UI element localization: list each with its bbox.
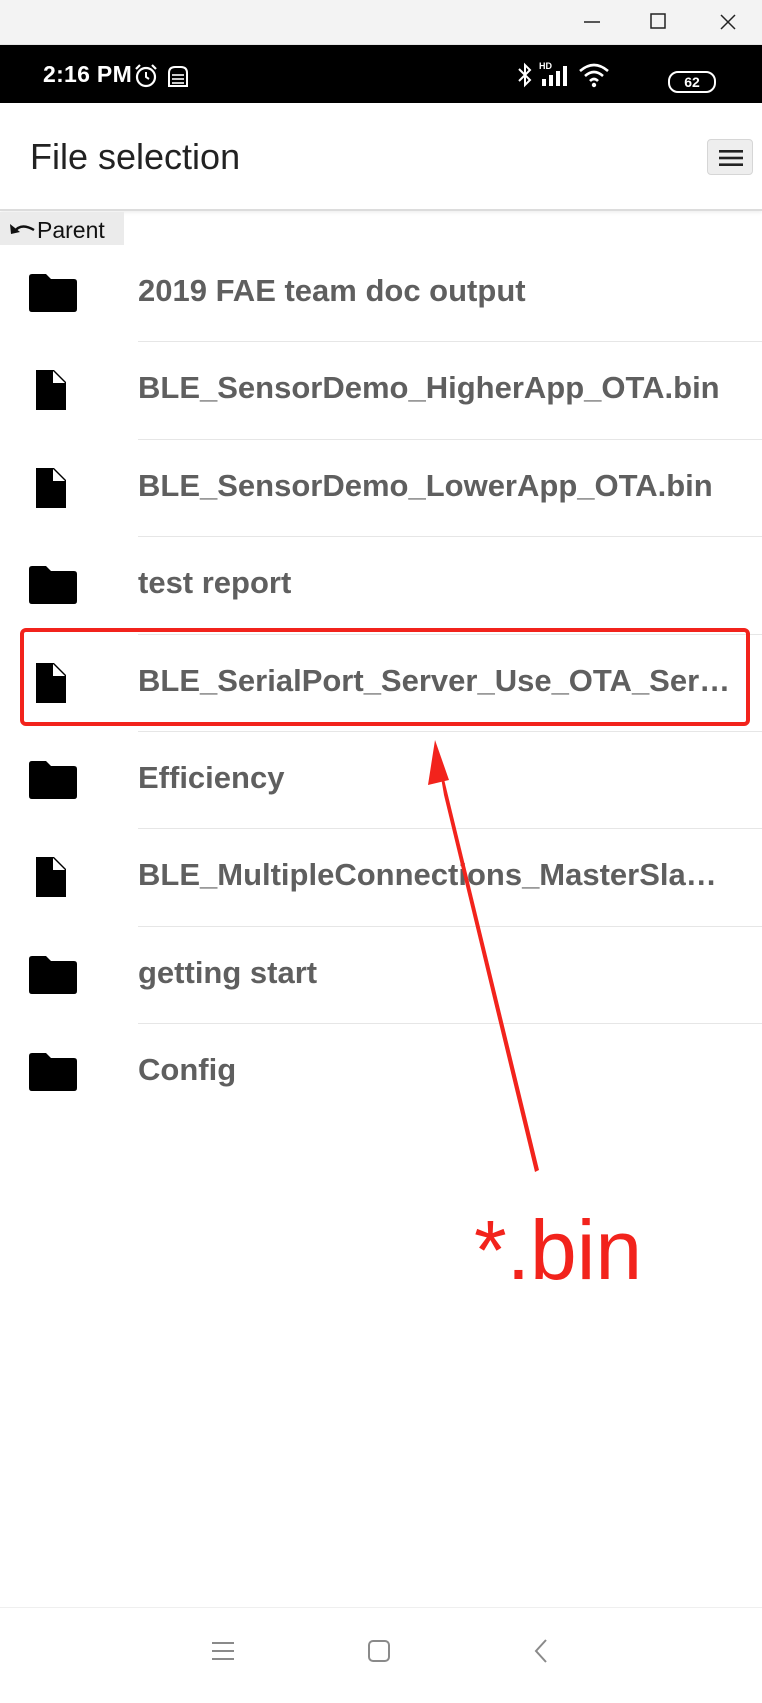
file-row[interactable]: BLE_SensorDemo_LowerApp_OTA.bin bbox=[0, 440, 762, 538]
home-icon[interactable] bbox=[366, 1638, 392, 1664]
folder-row[interactable]: getting start bbox=[0, 927, 762, 1025]
app-bar: File selection bbox=[0, 103, 762, 211]
folder-row[interactable]: Config bbox=[0, 1024, 762, 1121]
maximize-button[interactable] bbox=[628, 0, 688, 45]
folder-icon bbox=[28, 271, 78, 315]
back-icon[interactable] bbox=[529, 1638, 555, 1664]
folder-row[interactable]: Efficiency bbox=[0, 732, 762, 830]
status-bar: 2:16 PM HD 62 bbox=[0, 45, 762, 103]
hamburger-menu-icon bbox=[719, 150, 743, 166]
close-icon bbox=[720, 14, 736, 30]
minimize-icon bbox=[584, 21, 600, 23]
file-name: BLE_SensorDemo_LowerApp_OTA.bin bbox=[138, 467, 713, 503]
folder-icon bbox=[28, 758, 78, 802]
file-icon bbox=[28, 466, 78, 510]
folder-icon bbox=[28, 563, 78, 607]
annotation-highlight-box bbox=[20, 628, 750, 726]
file-name: BLE_MultipleConnections_MasterSlave.bin bbox=[138, 857, 734, 893]
parent-button[interactable]: Parent bbox=[0, 212, 124, 245]
hd-signal-icon: HD bbox=[539, 61, 567, 86]
file-icon bbox=[28, 855, 78, 899]
window-titlebar bbox=[0, 0, 762, 45]
wifi-icon bbox=[579, 63, 609, 88]
menu-button[interactable] bbox=[707, 139, 753, 175]
page-title: File selection bbox=[30, 136, 241, 177]
svg-text:HD: HD bbox=[539, 61, 552, 71]
folder-icon bbox=[28, 1050, 78, 1094]
minimize-button[interactable] bbox=[562, 0, 622, 45]
status-time: 2:16 PM bbox=[43, 61, 133, 87]
file-icon bbox=[28, 368, 78, 412]
alarm-icon bbox=[135, 64, 157, 88]
navigation-bar bbox=[0, 1607, 762, 1703]
folder-row[interactable]: 2019 FAE team doc output bbox=[0, 245, 762, 343]
folder-row[interactable]: test report bbox=[0, 537, 762, 635]
recents-icon[interactable] bbox=[210, 1638, 236, 1664]
file-name: BLE_SensorDemo_HigherApp_OTA.bin bbox=[138, 370, 720, 406]
file-name: Config bbox=[138, 1052, 237, 1088]
file-name: Efficiency bbox=[138, 759, 285, 795]
annotation-label: *.bin bbox=[474, 1203, 643, 1297]
file-name: getting start bbox=[138, 954, 318, 990]
undo-icon bbox=[10, 224, 35, 234]
file-row[interactable]: BLE_SensorDemo_HigherApp_OTA.bin bbox=[0, 342, 762, 440]
bluetooth-icon bbox=[518, 62, 532, 88]
file-name: 2019 FAE team doc output bbox=[138, 273, 526, 308]
parent-label: Parent bbox=[37, 217, 105, 243]
close-button[interactable] bbox=[698, 0, 758, 45]
file-name: test report bbox=[138, 565, 292, 601]
sim-icon bbox=[168, 66, 188, 87]
battery-indicator: 62 bbox=[668, 71, 716, 93]
maximize-icon bbox=[650, 13, 666, 29]
file-row[interactable]: BLE_MultipleConnections_MasterSlave.bin bbox=[0, 829, 762, 927]
folder-icon bbox=[28, 953, 78, 997]
